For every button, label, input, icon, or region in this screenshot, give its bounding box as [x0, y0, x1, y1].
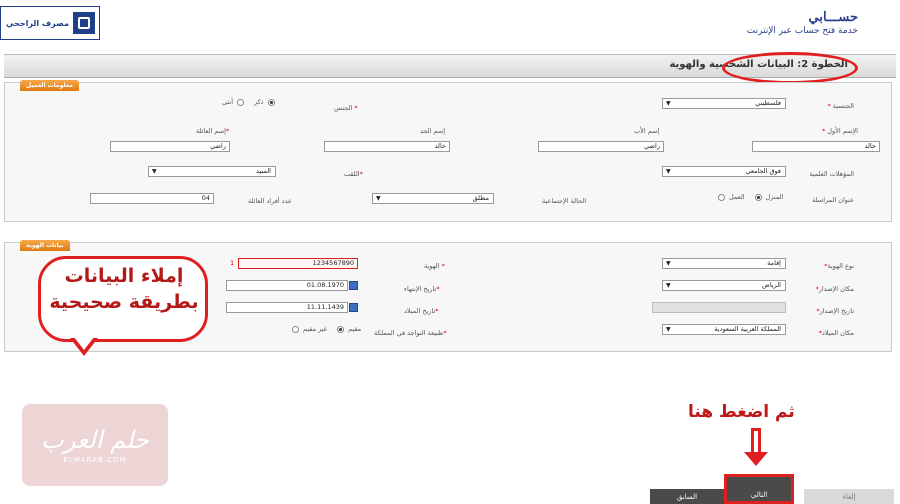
id-type-label: نوع الهوية*	[824, 262, 854, 270]
chevron-down-icon: ▼	[666, 326, 671, 333]
chevron-down-icon: ▼	[666, 260, 671, 267]
cancel-button[interactable]: إلغاء	[804, 489, 894, 504]
mailing-work-label: العمل	[729, 193, 745, 201]
residence-status-label: *طبيعة التواجد في المملكة	[374, 329, 447, 337]
birth-place-label: مكان الميلاد*	[818, 329, 854, 337]
expiry-date-input[interactable]: 01.08.1970	[226, 280, 348, 291]
brand-subtitle: خدمة فتح حساب عبر الإنترنت	[746, 26, 858, 36]
chevron-down-icon: ▼	[666, 282, 671, 289]
gender-male-radio[interactable]	[267, 98, 275, 106]
mailing-home-radio[interactable]	[754, 193, 762, 201]
family-name-label: *إسم العائلة	[196, 127, 230, 135]
father-name-label: إسم الأب	[634, 127, 660, 135]
site-watermark: حلم العرب ELMARAB.COM	[22, 404, 168, 486]
non-resident-radio[interactable]	[292, 325, 299, 333]
gender-female-radio[interactable]	[237, 98, 244, 106]
id-type-select[interactable]: ▼ إقامة	[662, 258, 786, 269]
mailing-work-radio[interactable]	[718, 193, 725, 201]
resident-label: مقيم	[348, 325, 362, 333]
birth-date-input[interactable]: 11.11.1439	[226, 302, 348, 313]
family-name-input[interactable]: راضي	[110, 141, 230, 152]
brand-header: حســـابي خدمة فتح حساب عبر الإنترنت	[747, 10, 858, 36]
chevron-down-icon: ▼	[666, 100, 671, 107]
down-arrow-head-icon	[744, 452, 768, 466]
issue-date-label: تاريخ الإصدار*	[816, 307, 854, 315]
grandfather-name-input[interactable]: خالد	[324, 141, 450, 152]
marital-status-label: الحالة الإجتماعية	[542, 197, 587, 205]
mailing-home-label: المنزل	[765, 193, 784, 201]
next-button[interactable]: التالي	[724, 474, 794, 504]
logo-text: مصرف الراجحي	[6, 18, 69, 28]
watermark-latin: ELMARAB.COM	[63, 456, 127, 464]
chevron-down-icon: ▼	[376, 195, 381, 202]
residence-radio-group: مقيم غير مقيم	[292, 325, 361, 333]
expiry-date-label: *تاريخ الإنتهاء	[404, 285, 440, 293]
id-number-label: * الهوية	[424, 262, 445, 270]
gender-male-label: ذكر	[254, 98, 264, 106]
father-name-input[interactable]: راضي	[538, 141, 664, 152]
gender-radio-group: ذكر أنثى	[222, 98, 275, 106]
calendar-icon[interactable]	[349, 281, 358, 290]
previous-button[interactable]: السابق	[650, 489, 724, 504]
education-label: المؤهلات العلمية	[809, 170, 854, 178]
click-here-callout: ثم اضغط هنا	[688, 402, 795, 422]
bank-logo: مصرف الراجحي	[0, 6, 100, 40]
calendar-icon[interactable]	[349, 303, 358, 312]
brand-title: حســـابي	[808, 10, 858, 25]
fill-data-callout-text: إملاء البيانات بطريقة صحيحية	[49, 265, 199, 313]
title-label: *اللقب	[344, 170, 363, 178]
title-select[interactable]: ▼ السيد	[148, 166, 276, 177]
mailing-address-radio-group: المنزل العمل	[718, 193, 783, 201]
customer-info-tab: معلومات العميل	[20, 80, 79, 91]
logo-mark-icon	[73, 12, 95, 34]
birth-place-select[interactable]: ▼ المملكة العربية السعودية	[662, 324, 786, 335]
family-count-label: عدد أفراد العائلة	[248, 197, 292, 205]
grandfather-name-label: إسم الجد	[420, 127, 446, 135]
resident-radio[interactable]	[337, 325, 345, 333]
mailing-address-label: عنوان المراسلة	[812, 196, 854, 204]
education-select[interactable]: ▼ فوق الجامعي	[662, 166, 786, 177]
marital-status-select[interactable]: ▼ مطلق	[372, 193, 494, 204]
issue-place-select[interactable]: ▼ الرياض	[662, 280, 786, 291]
non-resident-label: غير مقيم	[303, 325, 328, 333]
family-count-input[interactable]: 04	[90, 193, 214, 204]
issue-date-input[interactable]	[652, 302, 786, 313]
nationality-label: الجنسية *	[827, 102, 854, 110]
first-name-input[interactable]: خالد	[752, 141, 880, 152]
chevron-down-icon: ▼	[152, 168, 157, 175]
watermark-script: حلم العرب	[41, 426, 149, 454]
down-arrow-icon	[751, 428, 761, 454]
gender-female-label: أنثى	[222, 98, 233, 106]
first-name-label: الإسم الأول *	[821, 127, 858, 135]
birth-date-label: *تاريخ الميلاد	[404, 307, 439, 315]
id-number-input[interactable]: 1234567890	[238, 258, 358, 269]
nationality-select[interactable]: ▼ فلسطيني	[662, 98, 786, 109]
id-number-mark: 1	[230, 259, 235, 267]
id-info-tab: بيانات الهوية	[20, 240, 70, 251]
chevron-down-icon: ▼	[666, 168, 671, 175]
step-highlight-circle	[722, 52, 858, 84]
issue-place-label: مكان الإصدار*	[815, 285, 854, 293]
gender-label: * الجنس	[334, 104, 358, 112]
